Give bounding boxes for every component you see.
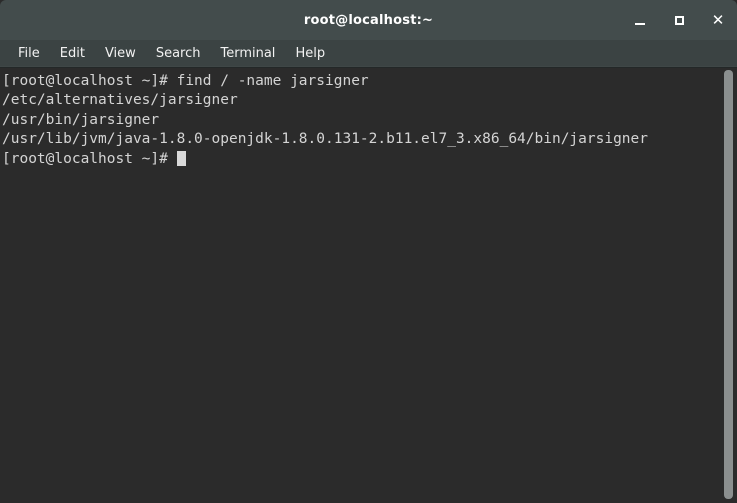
maximize-icon — [674, 15, 684, 25]
menu-item-terminal[interactable]: Terminal — [210, 43, 285, 64]
vertical-scrollbar[interactable] — [720, 68, 737, 503]
terminal-line-result: /usr/bin/jarsigner — [2, 111, 160, 128]
terminal-window: root@localhost:~ ✕ File Edit View Search… — [0, 0, 737, 503]
menu-item-edit[interactable]: Edit — [50, 43, 95, 64]
maximize-button[interactable] — [670, 11, 688, 29]
terminal-line-result: /usr/lib/jvm/java-1.8.0-openjdk-1.8.0.13… — [2, 131, 649, 148]
cursor-block — [176, 150, 186, 166]
menu-item-help[interactable]: Help — [285, 43, 335, 64]
window-controls: ✕ — [631, 0, 727, 40]
window-title: root@localhost:~ — [303, 12, 434, 28]
terminal-area: [root@localhost ~]# find / -name jarsign… — [0, 67, 737, 503]
terminal-output[interactable]: [root@localhost ~]# find / -name jarsign… — [0, 68, 720, 503]
close-button[interactable]: ✕ — [709, 11, 727, 29]
terminal-prompt-line: [root@localhost ~]# — [2, 150, 720, 169]
prompt-text: [root@localhost ~]# — [2, 150, 177, 167]
terminal-line-command: [root@localhost ~]# find / -name jarsign… — [2, 73, 369, 89]
titlebar[interactable]: root@localhost:~ ✕ — [0, 0, 737, 40]
menu-item-search[interactable]: Search — [146, 43, 211, 64]
scrollbar-thumb[interactable] — [724, 70, 733, 499]
minimize-icon — [635, 22, 645, 25]
minimize-button[interactable] — [631, 11, 649, 29]
menubar: File Edit View Search Terminal Help — [0, 40, 737, 67]
menu-item-view[interactable]: View — [95, 43, 146, 64]
menu-item-file[interactable]: File — [8, 43, 50, 64]
terminal-line-result: /etc/alternatives/jarsigner — [2, 92, 238, 109]
close-icon: ✕ — [711, 10, 725, 29]
